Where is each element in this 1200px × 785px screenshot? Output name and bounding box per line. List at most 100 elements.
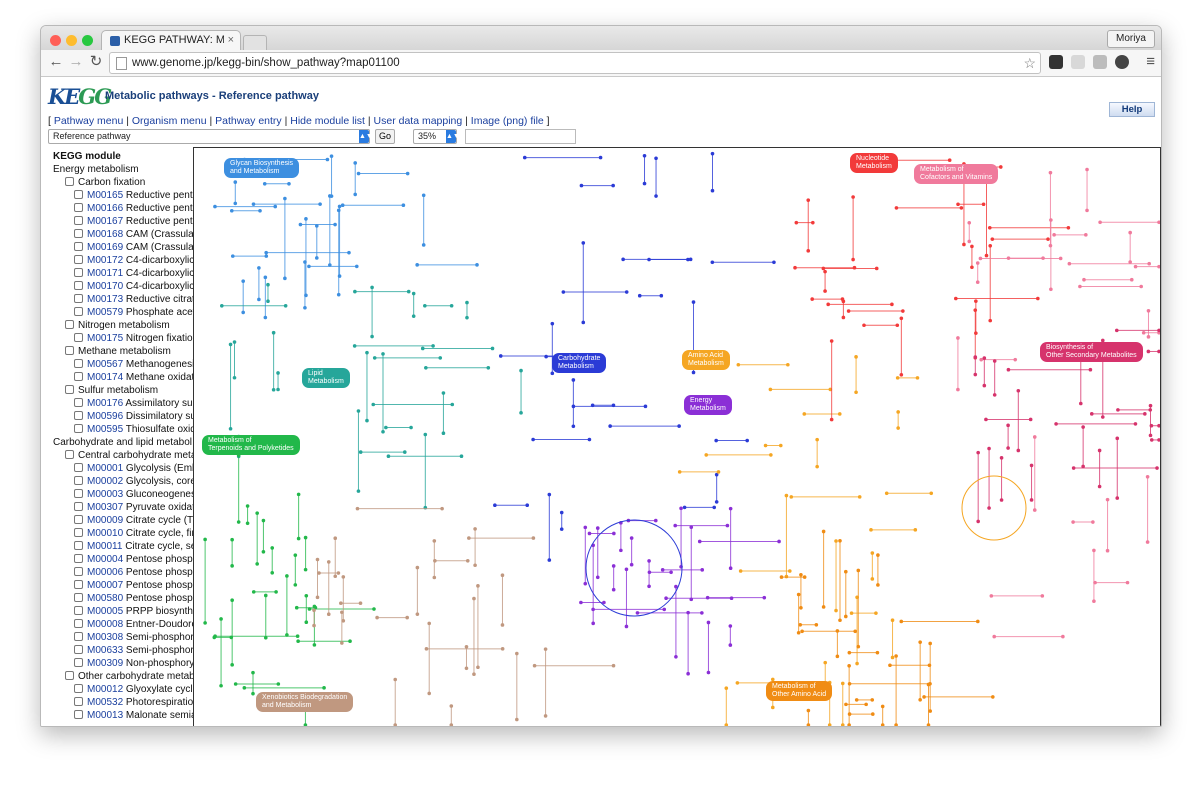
module-item[interactable]: M00173 Reductive citrate: [48, 293, 193, 306]
module-id-link[interactable]: M00170: [87, 281, 123, 292]
category-label[interactable]: Nucleotide Metabolism: [850, 153, 898, 173]
module-checkbox[interactable]: [74, 593, 83, 602]
module-checkbox[interactable]: [65, 671, 74, 680]
module-checkbox[interactable]: [65, 450, 74, 459]
module-item[interactable]: M00007 Pentose phospha: [48, 579, 193, 592]
module-item[interactable]: M00596 Dissimilatory su: [48, 410, 193, 423]
module-id-link[interactable]: M00165: [87, 190, 123, 201]
module-item[interactable]: M00004 Pentose phospha: [48, 553, 193, 566]
module-item[interactable]: M00595 Thiosulfate oxid: [48, 423, 193, 436]
module-item[interactable]: M00001 Glycolysis (Emb: [48, 462, 193, 475]
reload-icon[interactable]: ↻: [87, 52, 105, 72]
zoom-window-button[interactable]: [82, 35, 93, 46]
module-item[interactable]: M00002 Glycolysis, core: [48, 475, 193, 488]
module-item[interactable]: M00308 Semi-phosphory: [48, 631, 193, 644]
extension-bolt-icon[interactable]: [1071, 55, 1085, 69]
pathway-map[interactable]: Glycan Biosynthesis and Metabolism Nucleo…: [193, 147, 1161, 726]
close-window-button[interactable]: [50, 35, 61, 46]
category-label[interactable]: Xenobiotics Biodegradation and Metabolis…: [256, 692, 354, 712]
kegg-logo[interactable]: KEGG: [48, 84, 112, 109]
bookmark-star-icon[interactable]: ☆: [1023, 53, 1036, 73]
module-item[interactable]: M00005 PRPP biosynthes: [48, 605, 193, 618]
go-button[interactable]: Go: [375, 129, 395, 144]
module-item[interactable]: M00167 Reductive pento: [48, 215, 193, 228]
module-checkbox[interactable]: [74, 281, 83, 290]
module-item[interactable]: M00168 CAM (Crassulac: [48, 228, 193, 241]
module-checkbox[interactable]: [74, 307, 83, 316]
module-item[interactable]: M00006 Pentose phospha: [48, 566, 193, 579]
module-item[interactable]: M00171 C4-dicarboxylic: [48, 267, 193, 280]
module-checkbox[interactable]: [74, 632, 83, 641]
module-id-link[interactable]: M00580: [87, 593, 123, 604]
module-id-link[interactable]: M00172: [87, 255, 123, 266]
module-id-link[interactable]: M00532: [87, 697, 123, 708]
module-category[interactable]: Carbon fixation: [48, 176, 193, 189]
category-label[interactable]: Metabolism of Other Amino Acid: [766, 681, 833, 701]
module-id-link[interactable]: M00006: [87, 567, 123, 578]
address-url[interactable]: www.genome.jp/kegg-bin/show_pathway?map0…: [132, 53, 400, 73]
module-checkbox[interactable]: [65, 320, 74, 329]
module-checkbox[interactable]: [74, 567, 83, 576]
module-id-link[interactable]: M00002: [87, 476, 123, 487]
extension-icon[interactable]: [1049, 55, 1063, 69]
search-field[interactable]: [465, 129, 576, 144]
module-item[interactable]: M00003 Gluconeogenesis: [48, 488, 193, 501]
module-checkbox[interactable]: [74, 528, 83, 537]
module-id-link[interactable]: M00174: [87, 372, 123, 383]
category-label[interactable]: Metabolism of Terpenoids and Polyketides: [202, 435, 300, 455]
module-checkbox[interactable]: [74, 333, 83, 342]
module-checkbox[interactable]: [74, 216, 83, 225]
module-item[interactable]: M00307 Pyruvate oxidat: [48, 501, 193, 514]
module-item[interactable]: M00009 Citrate cycle (TC: [48, 514, 193, 527]
module-checkbox[interactable]: [74, 502, 83, 511]
module-item[interactable]: M00633 Semi-phosphory: [48, 644, 193, 657]
module-id-link[interactable]: M00168: [87, 229, 123, 240]
profile-button[interactable]: Moriya: [1106, 30, 1155, 48]
module-item[interactable]: M00532 Photorespiration: [48, 696, 193, 709]
module-checkbox[interactable]: [74, 619, 83, 628]
module-checkbox[interactable]: [74, 229, 83, 238]
link-pathway-entry[interactable]: Pathway entry: [215, 115, 282, 127]
organism-select[interactable]: Reference pathway ▲▼: [48, 129, 373, 144]
module-id-link[interactable]: M00011: [87, 541, 122, 552]
module-checkbox[interactable]: [74, 359, 83, 368]
browser-tab[interactable]: KEGG PATHWAY: Metaboli ×: [101, 30, 241, 51]
menu-icon[interactable]: ≡: [1146, 52, 1155, 72]
module-checkbox[interactable]: [74, 489, 83, 498]
module-item[interactable]: M00170 C4-dicarboxylic: [48, 280, 193, 293]
module-checkbox[interactable]: [74, 710, 83, 719]
module-checkbox[interactable]: [74, 190, 83, 199]
module-item[interactable]: M00176 Assimilatory sul: [48, 397, 193, 410]
category-label[interactable]: Glycan Biosynthesis and Metabolism: [224, 158, 300, 178]
address-bar[interactable]: www.genome.jp/kegg-bin/show_pathway?map0…: [109, 52, 1041, 74]
module-id-link[interactable]: M00012: [87, 684, 123, 695]
module-checkbox[interactable]: [74, 515, 83, 524]
module-item[interactable]: M00580 Pentose phospha: [48, 592, 193, 605]
module-item[interactable]: M00010 Citrate cycle, fir: [48, 527, 193, 540]
category-label[interactable]: Amino Acid Metabolism: [682, 350, 730, 370]
link-organism-menu[interactable]: Organism menu: [132, 115, 207, 127]
module-item[interactable]: M00165 Reductive pento: [48, 189, 193, 202]
module-id-link[interactable]: M00595: [87, 424, 123, 435]
module-category[interactable]: Sulfur metabolism: [48, 384, 193, 397]
back-arrow-icon[interactable]: ←: [47, 52, 65, 72]
module-id-link[interactable]: M00013: [87, 710, 123, 721]
module-checkbox[interactable]: [74, 268, 83, 277]
module-item[interactable]: M00011 Citrate cycle, se: [48, 540, 193, 553]
category-label[interactable]: Carbohydrate Metabolism: [552, 353, 607, 373]
module-checkbox[interactable]: [74, 476, 83, 485]
module-checkbox[interactable]: [74, 541, 83, 550]
module-checkbox[interactable]: [74, 606, 83, 615]
extension-mask-icon[interactable]: [1115, 55, 1129, 69]
module-id-link[interactable]: M00567: [87, 359, 123, 370]
module-id-link[interactable]: M00007: [87, 580, 123, 591]
module-item[interactable]: M00013 Malonate semial: [48, 709, 193, 722]
link-user-data-mapping[interactable]: User data mapping: [374, 115, 463, 127]
help-button[interactable]: Help: [1109, 102, 1155, 117]
module-checkbox[interactable]: [74, 255, 83, 264]
module-id-link[interactable]: M00009: [87, 515, 123, 526]
category-label[interactable]: Metabolism of Cofactors and Vitamins: [914, 164, 999, 184]
module-id-link[interactable]: M00169: [87, 242, 123, 253]
module-item[interactable]: M00169 CAM (Crassulac: [48, 241, 193, 254]
module-id-link[interactable]: M00176: [87, 398, 123, 409]
